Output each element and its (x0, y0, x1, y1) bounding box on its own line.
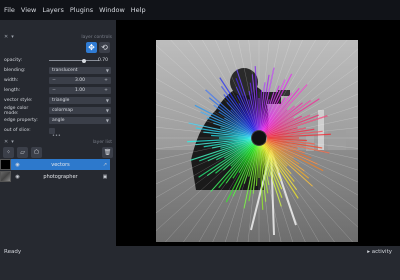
image-layer-icon: ▣ (102, 173, 108, 180)
vector-style-label: vector style: (4, 98, 33, 103)
edge-property-row: edge property: angle ▼ (4, 116, 111, 125)
layer-row-vectors[interactable]: ◉ vectors ↗ (0, 159, 110, 170)
layer-list-title: layer list (92, 139, 112, 145)
layer-thumbnail (0, 171, 11, 182)
width-spinbox[interactable]: − 3.00 + (49, 77, 111, 84)
layer-row-photographer[interactable]: ◉ photographer ▣ (0, 171, 110, 182)
chevron-down-icon: ▼ (105, 108, 109, 113)
vector-style-dropdown[interactable]: triangle ▼ (49, 97, 111, 104)
width-value: 3.00 (74, 78, 86, 83)
layer-mode-buttons: ✥ ⟲ (86, 42, 110, 53)
layer-controls-title: layer controls (81, 34, 112, 40)
opacity-row: opacity: 0.70 (4, 56, 110, 65)
photographer-image (156, 40, 358, 242)
out-of-slice-label: out of slice: (4, 128, 31, 133)
edge-color-mode-label: edge color mode: (4, 105, 29, 116)
menubar: File View Layers Plugins Window Help (0, 0, 400, 20)
layer-controls-dock-header: ✕ ▾ layer controls (0, 32, 116, 42)
menu-help[interactable]: Help (131, 6, 146, 14)
width-decrement-button[interactable]: − (49, 78, 59, 83)
transform-icon: ⟲ (101, 43, 108, 52)
layer-list: ◉ vectors ↗ ◉ photographer ▣ (0, 159, 116, 187)
trash-icon: 🗑 (103, 148, 112, 156)
menu-view[interactable]: View (21, 6, 36, 14)
opacity-slider-track[interactable] (49, 60, 99, 61)
statusbar: Ready ▸ activity (0, 246, 400, 280)
layer-thumbnail (0, 159, 11, 170)
activity-button[interactable]: ▸ activity (367, 249, 392, 255)
layer-toolbar: ⁘ ▱ ⬠ 🗑 (3, 146, 113, 158)
new-shapes-layer-button[interactable]: ▱ (17, 146, 28, 158)
menu-plugins[interactable]: Plugins (70, 6, 93, 14)
length-increment-button[interactable]: + (101, 88, 111, 93)
float-dock-icon[interactable]: ✕ (4, 139, 8, 145)
undock-icon[interactable]: ▾ (11, 139, 14, 145)
opacity-slider-handle[interactable] (82, 58, 86, 63)
left-panel: ✕ ▾ layer controls ✥ ⟲ opacity: 0.70 ble… (0, 20, 116, 261)
image-scene (156, 40, 358, 242)
chevron-down-icon: ▼ (105, 98, 109, 103)
width-label: width: (4, 78, 19, 83)
width-increment-button[interactable]: + (101, 78, 111, 83)
opacity-label: opacity: (4, 58, 23, 63)
menu-window[interactable]: Window (99, 6, 125, 14)
menu-file[interactable]: File (4, 6, 15, 14)
vector-style-value: triangle (52, 98, 70, 103)
blending-row: blending: translucent ▼ (4, 66, 111, 75)
activity-label: activity (371, 249, 392, 255)
edge-property-label: edge property: (4, 118, 38, 123)
length-spinbox[interactable]: − 1.00 + (49, 87, 111, 94)
new-labels-layer-button[interactable]: ⬠ (31, 146, 42, 158)
layer-name: photographer (43, 173, 78, 180)
vector-style-row: vector style: triangle ▼ (4, 96, 111, 105)
length-decrement-button[interactable]: − (49, 88, 59, 93)
status-text: Ready (4, 249, 22, 255)
transform-mode-button[interactable]: ⟲ (99, 42, 110, 53)
blending-label: blending: (4, 68, 26, 73)
length-label: length: (4, 88, 21, 93)
move-arrows-icon: ✥ (88, 43, 95, 52)
new-points-layer-button[interactable]: ⁘ (3, 146, 14, 158)
length-row: length: − 1.00 + (4, 86, 111, 95)
edge-property-value: angle (52, 118, 65, 123)
layer-name: vectors (51, 161, 70, 168)
menu-layers[interactable]: Layers (42, 6, 64, 14)
shapes-icon: ▱ (20, 148, 25, 156)
points-icon: ⁘ (5, 148, 12, 156)
viewer-canvas[interactable] (116, 20, 400, 246)
eye-icon[interactable]: ◉ (14, 161, 21, 168)
delete-layer-button[interactable]: 🗑 (102, 146, 113, 158)
pan-zoom-mode-button[interactable]: ✥ (86, 42, 97, 53)
chevron-down-icon: ▼ (105, 118, 109, 123)
labels-icon: ⬠ (33, 148, 40, 156)
length-value: 1.00 (74, 88, 86, 93)
float-dock-icon[interactable]: ✕ (4, 34, 8, 40)
edge-color-mode-dropdown[interactable]: colormap ▼ (49, 107, 111, 114)
eye-icon[interactable]: ◉ (14, 173, 21, 180)
edge-property-dropdown[interactable]: angle ▼ (49, 117, 111, 124)
undock-icon[interactable]: ▾ (11, 34, 14, 40)
blending-value: translucent (52, 68, 78, 73)
opacity-value: 0.70 (97, 58, 108, 63)
width-row: width: − 3.00 + (4, 76, 111, 85)
edge-color-mode-row: edge color mode: colormap ▼ (4, 105, 111, 116)
vectors-icon: ↗ (102, 161, 108, 168)
edge-color-mode-value: colormap (52, 108, 73, 113)
blending-dropdown[interactable]: translucent ▼ (49, 67, 111, 74)
chevron-down-icon: ▼ (105, 68, 109, 73)
vector-center (252, 131, 266, 145)
